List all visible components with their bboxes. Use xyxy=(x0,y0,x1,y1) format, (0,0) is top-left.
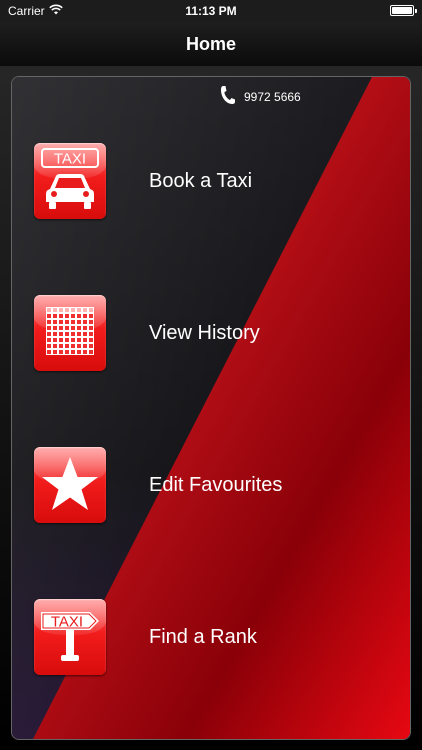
menu-label-edit-favourites: Edit Favourites xyxy=(149,473,283,496)
phone-icon xyxy=(220,85,236,108)
nav-title: Home xyxy=(185,34,236,54)
taxi-icon-text: TAXI xyxy=(54,151,86,168)
app-screen: Carrier 11:13 PM Home 9972 5666 TAXI Boo… xyxy=(0,0,422,750)
menu-item-find-rank[interactable]: TAXI Find a Rank xyxy=(34,599,394,675)
phone-contact[interactable]: 9972 5666 xyxy=(220,85,301,108)
star-icon xyxy=(34,447,106,523)
taxi-sign-text: TAXI xyxy=(51,614,83,631)
status-time: 11:13 PM xyxy=(185,4,237,18)
battery-icon xyxy=(390,5,417,16)
status-bar: Carrier 11:13 PM xyxy=(0,0,422,22)
taxi-sign-icon: TAXI xyxy=(34,599,106,675)
menu-item-book-taxi[interactable]: TAXI Book a Taxi xyxy=(34,143,394,219)
phone-number: 9972 5666 xyxy=(244,89,301,104)
menu-item-edit-favourites[interactable]: Edit Favourites xyxy=(34,447,394,523)
taxi-car-icon: TAXI xyxy=(34,143,106,219)
menu-label-book-taxi: Book a Taxi xyxy=(149,169,253,192)
menu-label-view-history: View History xyxy=(149,321,260,344)
grid-calendar-icon xyxy=(34,295,106,371)
menu-label-find-rank: Find a Rank xyxy=(149,625,257,648)
home-panel: 9972 5666 TAXI Book a Taxi View History … xyxy=(11,76,411,740)
menu-item-view-history[interactable]: View History xyxy=(34,295,394,371)
navigation-bar: Home xyxy=(0,22,422,66)
